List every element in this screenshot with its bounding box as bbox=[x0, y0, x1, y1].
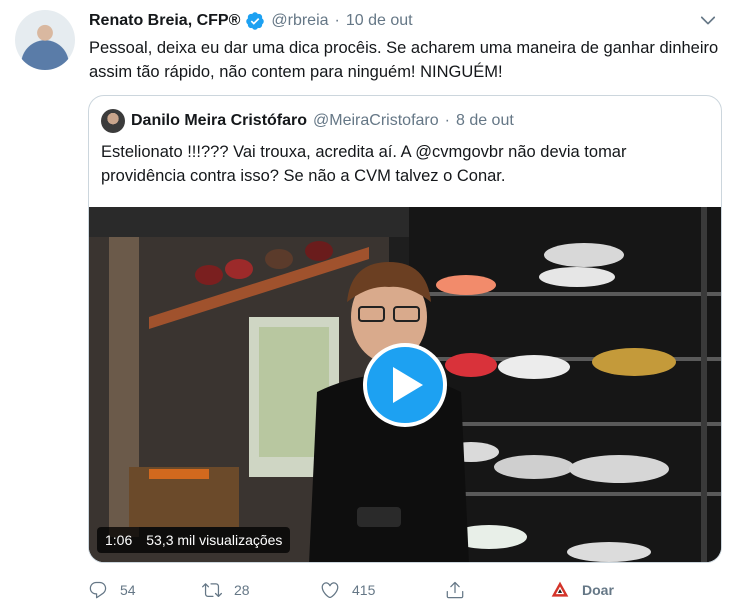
tweet-text: Pessoal, deixa eu dar uma dica procêis. … bbox=[89, 39, 719, 81]
tweet-date[interactable]: 10 de out bbox=[346, 12, 413, 30]
quoted-avatar bbox=[101, 109, 125, 133]
quoted-author-name[interactable]: Danilo Meira Cristófaro bbox=[131, 112, 307, 130]
retweet-count: 28 bbox=[234, 582, 250, 598]
author-avatar[interactable] bbox=[15, 10, 75, 70]
separator-dot: · bbox=[444, 112, 450, 129]
share-button[interactable] bbox=[445, 580, 465, 600]
tweet[interactable]: Renato Breia, CFP® @rbreia · 10 de out P… bbox=[0, 0, 734, 613]
reply-icon bbox=[89, 581, 107, 599]
donate-icon bbox=[551, 581, 569, 597]
reply-button[interactable]: 54 bbox=[88, 580, 136, 600]
retweet-icon bbox=[202, 583, 222, 598]
chevron-down-icon[interactable] bbox=[698, 10, 718, 30]
author-name[interactable]: Renato Breia, CFP® bbox=[89, 12, 240, 30]
quoted-handle[interactable]: @MeiraCristofaro bbox=[313, 112, 439, 130]
quoted-text: Estelionato !!!??? Vai trouxa, acredita … bbox=[101, 143, 627, 185]
quoted-date[interactable]: 8 de out bbox=[456, 112, 514, 130]
donate-label: Doar bbox=[582, 582, 614, 598]
verified-icon bbox=[245, 11, 265, 31]
video-player[interactable]: 1:06 53,3 mil visualizações bbox=[89, 207, 721, 562]
like-button[interactable]: 415 bbox=[320, 580, 375, 600]
retweet-button[interactable]: 28 bbox=[202, 580, 250, 600]
reply-count: 54 bbox=[120, 582, 136, 598]
donate-button[interactable]: Doar bbox=[550, 580, 614, 600]
video-info-badge: 1:06 53,3 mil visualizações bbox=[97, 527, 291, 553]
quoted-header: Danilo Meira Cristófaro @MeiraCristofaro… bbox=[101, 108, 514, 134]
like-count: 415 bbox=[352, 582, 376, 598]
play-button[interactable] bbox=[363, 343, 447, 427]
tweet-header: Renato Breia, CFP® @rbreia · 10 de out bbox=[89, 10, 413, 32]
play-icon bbox=[393, 367, 423, 403]
video-views: 53,3 mil visualizações bbox=[146, 532, 283, 548]
separator-dot: · bbox=[334, 12, 340, 29]
quoted-tweet[interactable]: Danilo Meira Cristófaro @MeiraCristofaro… bbox=[88, 95, 722, 563]
share-icon bbox=[446, 581, 464, 599]
video-duration: 1:06 bbox=[105, 532, 133, 548]
like-icon bbox=[321, 582, 339, 599]
author-handle[interactable]: @rbreia bbox=[271, 12, 328, 30]
